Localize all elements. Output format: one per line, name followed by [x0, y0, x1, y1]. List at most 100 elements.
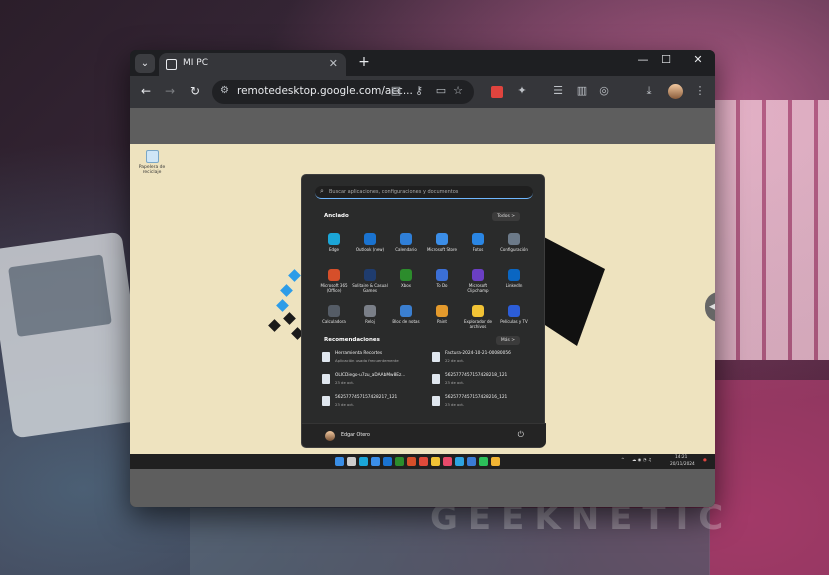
taskbar-start-icon[interactable]: [335, 457, 344, 466]
close-window-button[interactable]: ✕: [688, 53, 708, 66]
bookmark-star-icon[interactable]: ☆: [450, 84, 466, 97]
recommended-subtitle: Aplicación usada frecuentemente: [335, 358, 399, 363]
app-icon: [472, 269, 484, 281]
remote-session-area: Papelera de reciclaje ◀ ⌕ Buscar aplicac…: [130, 108, 715, 507]
app-icon: [400, 233, 412, 245]
user-name[interactable]: Edgar Otero: [341, 433, 370, 438]
wallpaper-shape: [276, 299, 289, 312]
all-apps-button[interactable]: Todos >: [492, 212, 520, 221]
recommended-item[interactable]: OLICDiego-u7zu_aDAAbMw8Ez... 23 de oct.: [322, 372, 432, 388]
taskbar-app-icon[interactable]: [419, 457, 428, 466]
cast-icon[interactable]: ▭: [433, 84, 449, 97]
reload-button[interactable]: ↻: [187, 84, 203, 98]
notification-bell-icon[interactable]: ●: [703, 458, 707, 463]
reading-list-icon[interactable]: ☰: [550, 84, 566, 97]
app-icon: [472, 305, 484, 317]
minimize-button[interactable]: —: [633, 53, 653, 66]
pinned-app[interactable]: To Do: [424, 267, 460, 299]
background-gameboy: [0, 231, 148, 439]
app-label: Bloc de notas: [392, 319, 420, 324]
session-side-panel-handle[interactable]: ◀: [705, 292, 715, 322]
app-label: Calendario: [395, 247, 417, 252]
app-icon: [472, 233, 484, 245]
taskbar-search-icon[interactable]: [347, 457, 356, 466]
taskbar-app-icon[interactable]: [407, 457, 416, 466]
pinned-app[interactable]: Configuración: [496, 231, 532, 263]
taskbar-whatsapp-icon[interactable]: [479, 457, 488, 466]
power-icon[interactable]: ⏻: [518, 430, 524, 440]
key-icon[interactable]: ⚷: [411, 84, 427, 97]
pinned-heading: Anclado: [324, 213, 349, 219]
new-tab-button[interactable]: +: [355, 54, 373, 70]
recommended-subtitle: 23 de oct.: [335, 380, 355, 385]
pinned-app[interactable]: Reloj: [352, 303, 388, 335]
extension-icon[interactable]: [491, 86, 503, 98]
taskbar-app-icon[interactable]: [395, 457, 404, 466]
pinned-app[interactable]: Microsoft Store: [424, 231, 460, 263]
back-button[interactable]: ←: [138, 84, 154, 98]
download-icon[interactable]: ⤓: [641, 84, 657, 98]
pinned-app[interactable]: Microsoft 365 (Office): [316, 267, 352, 299]
menu-kebab-icon[interactable]: ⋮: [692, 84, 708, 97]
windows-taskbar: ^ ☁ ◉ ◔ ♫ 14:21 20/11/2024 ●: [130, 454, 715, 469]
taskbar-store-icon[interactable]: [371, 457, 380, 466]
forward-button[interactable]: →: [162, 84, 178, 98]
tab-mi-pc[interactable]: MI PC ✕: [159, 53, 346, 76]
clock-date[interactable]: 20/11/2024: [670, 462, 695, 467]
recycle-bin[interactable]: Papelera de reciclaje: [138, 150, 166, 175]
start-menu: ⌕ Buscar aplicaciones, configuraciones y…: [301, 174, 546, 448]
pinned-app[interactable]: Películas y TV: [496, 303, 532, 335]
remote-desktop[interactable]: Papelera de reciclaje ◀ ⌕ Buscar aplicac…: [130, 144, 715, 454]
session-top-margin: [130, 108, 715, 144]
pinned-app[interactable]: Fotos: [460, 231, 496, 263]
recommended-item[interactable]: Herramienta Recortes Aplicación usada fre…: [322, 350, 432, 366]
split-view-icon[interactable]: ▥: [574, 84, 590, 97]
recycle-bin-label: Papelera de reciclaje: [138, 165, 166, 175]
clipboard-icon[interactable]: ▤: [388, 84, 404, 97]
app-label: LinkedIn: [505, 283, 523, 288]
maximize-button[interactable]: ☐: [656, 53, 676, 66]
pinned-app[interactable]: Calendario: [388, 231, 424, 263]
taskbar-edge-icon[interactable]: [359, 457, 368, 466]
pinned-app[interactable]: Solitaire & Casual Games: [352, 267, 388, 299]
pinned-app[interactable]: Microsoft Clipchamp: [460, 267, 496, 299]
pinned-app[interactable]: Edge: [316, 231, 352, 263]
taskbar-telegram-icon[interactable]: [455, 457, 464, 466]
app-icon: [436, 233, 448, 245]
recommended-subtitle: 22 de oct.: [445, 358, 465, 363]
pinned-app[interactable]: Xbox: [388, 267, 424, 299]
file-icon: [322, 352, 330, 362]
start-search-box[interactable]: ⌕ Buscar aplicaciones, configuraciones y…: [315, 186, 533, 199]
taskbar-music-icon[interactable]: [443, 457, 452, 466]
pinned-app[interactable]: Paint: [424, 303, 460, 335]
taskbar-chrome-icon[interactable]: [491, 457, 500, 466]
more-button[interactable]: Más >: [495, 336, 520, 345]
tray-chevron-icon[interactable]: ^: [621, 458, 625, 463]
extensions-puzzle-icon[interactable]: ✦: [514, 84, 530, 97]
profile-avatar[interactable]: [668, 84, 683, 99]
taskbar-files-icon[interactable]: [431, 457, 440, 466]
pinned-app[interactable]: Explorador de archivos: [460, 303, 496, 335]
pinned-app[interactable]: LinkedIn: [496, 267, 532, 299]
site-info-icon[interactable]: ⚙: [220, 85, 229, 96]
pinned-app[interactable]: Calculadora: [316, 303, 352, 335]
background-keys-pink: [709, 380, 829, 575]
recommended-item[interactable]: 5625777457157428218_121 23 de oct.: [432, 372, 532, 388]
recommended-item[interactable]: 5625777457157428216_121 23 de oct.: [432, 394, 532, 410]
app-label: Reloj: [365, 319, 375, 324]
taskbar-app-icon[interactable]: [467, 457, 476, 466]
app-icon: [328, 269, 340, 281]
pinned-app[interactable]: Outlook (new): [352, 231, 388, 263]
pinned-app[interactable]: Bloc de notas: [388, 303, 424, 335]
recommended-item[interactable]: 5625777457157428217_121 23 de oct.: [322, 394, 432, 410]
close-tab-icon[interactable]: ✕: [329, 57, 338, 70]
recommended-item[interactable]: Factura-2024-10-21-00080056 22 de oct.: [432, 350, 532, 366]
recommended-title: Herramienta Recortes: [335, 351, 383, 356]
screenshot-icon[interactable]: ◎: [596, 84, 612, 97]
clock-time[interactable]: 14:21: [675, 455, 687, 460]
app-icon: [364, 269, 376, 281]
tab-search-button[interactable]: ⌄: [135, 54, 155, 73]
user-avatar[interactable]: [325, 431, 335, 441]
tray-icons[interactable]: ☁ ◉ ◔ ♫: [632, 458, 652, 463]
taskbar-mail-icon[interactable]: [383, 457, 392, 466]
